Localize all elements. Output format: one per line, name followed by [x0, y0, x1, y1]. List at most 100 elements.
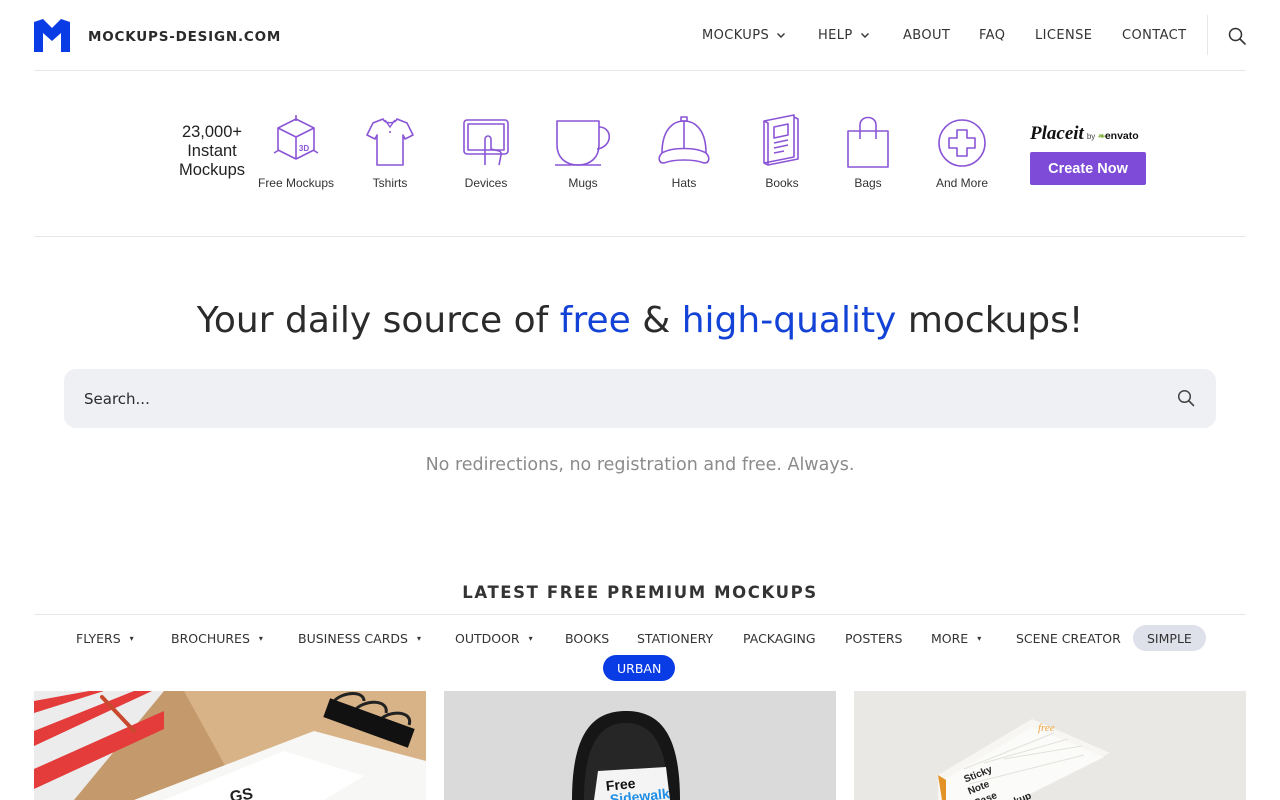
nav-help[interactable]: HELP: [818, 26, 870, 44]
caret-down-icon: ▾: [528, 633, 533, 643]
category-label: Tshirts: [372, 176, 408, 190]
caret-down-icon: ▾: [977, 633, 982, 643]
category-devices[interactable]: Devices: [461, 113, 511, 190]
hero-title: Your daily source of free & high-quality…: [0, 300, 1280, 341]
category-books[interactable]: Books: [760, 113, 804, 190]
category-hats[interactable]: Hats: [656, 113, 712, 190]
chevron-down-icon: [777, 33, 786, 38]
category-bags[interactable]: Bags: [846, 113, 890, 190]
filter-label: SCENE CREATOR: [1016, 630, 1121, 646]
nav-divider: [1207, 15, 1208, 55]
mockup-thumbnail-stationery[interactable]: GS: [34, 691, 426, 800]
filter-label: URBAN: [617, 660, 662, 676]
tshirt-icon: [366, 118, 414, 166]
category-label: Hats: [671, 176, 697, 190]
filter-label: MORE: [931, 630, 969, 646]
filter-stationery[interactable]: STATIONERY: [623, 625, 727, 651]
placeit-by: by: [1086, 132, 1096, 141]
plus-circle-icon: [938, 119, 986, 167]
cap-icon: [658, 116, 710, 164]
category-label: Bags: [854, 176, 882, 190]
filter-more[interactable]: MORE ▾: [917, 625, 995, 651]
category-label: Books: [765, 176, 799, 190]
nav-mockups-label: MOCKUPS: [702, 27, 770, 43]
envato-leaf-icon: ❧: [1097, 131, 1105, 141]
filter-packaging[interactable]: PACKAGING: [729, 625, 830, 651]
search-submit-icon[interactable]: [1176, 388, 1196, 408]
nav-help-label: HELP: [818, 27, 853, 43]
category-tshirts[interactable]: Tshirts: [365, 113, 415, 190]
thumbnail-brand: free: [1038, 722, 1055, 734]
filter-simple[interactable]: SIMPLE: [1133, 625, 1206, 651]
caret-down-icon: ▾: [258, 633, 263, 643]
promo-count: 23,000+ Instant Mockups: [164, 123, 260, 180]
nav-license[interactable]: LICENSE: [1035, 26, 1092, 44]
category-label: Devices: [464, 176, 508, 190]
filter-label: STATIONERY: [637, 630, 714, 646]
filter-label: FLYERS: [76, 630, 121, 646]
category-label: Mugs: [568, 176, 598, 190]
nav-contact-label: CONTACT: [1122, 27, 1187, 43]
create-now-button[interactable]: Create Now: [1030, 152, 1146, 185]
3d-text: 3D: [299, 144, 309, 153]
latest-divider: [34, 614, 1246, 615]
search-icon[interactable]: [1227, 26, 1247, 46]
promo-count-number: 23,000+: [181, 123, 243, 141]
filter-scene-creator[interactable]: SCENE CREATOR: [1002, 625, 1135, 651]
caret-down-icon: ▾: [416, 633, 421, 643]
hero-title-accent-quality: high-quality: [681, 300, 897, 341]
mug-icon: [555, 120, 611, 166]
promo-count-line2: Instant: [187, 142, 237, 160]
category-free-mockups[interactable]: 3D Free Mockups: [258, 113, 334, 190]
chevron-down-icon: [860, 33, 869, 38]
search-input[interactable]: [84, 369, 1164, 428]
hero-title-part1: Your daily source of: [196, 300, 560, 341]
envato-brand: envato: [1104, 130, 1139, 142]
caret-down-icon: ▾: [129, 633, 134, 643]
placeit-banner[interactable]: 23,000+ Instant Mockups 3D Free Mockups …: [34, 71, 1246, 237]
nav-about-label: ABOUT: [903, 27, 951, 43]
3d-box-icon: 3D: [273, 115, 319, 160]
hero-title-accent-free: free: [559, 300, 631, 341]
category-label: And More: [935, 176, 989, 190]
nav-about[interactable]: ABOUT: [903, 26, 950, 44]
sticky-note-case-mockup-image: free Sticky Note Case kup: [854, 691, 1246, 800]
site-header: MOCKUPS-DESIGN.COM MOCKUPS HELP ABOUT FA…: [0, 0, 1280, 70]
filter-label: BUSINESS CARDS: [298, 630, 408, 646]
stationery-mockup-image: GS: [34, 691, 426, 800]
filter-label: SIMPLE: [1147, 630, 1192, 646]
hero-title-part3: mockups!: [896, 300, 1084, 341]
category-label: Free Mockups: [257, 176, 335, 190]
filter-urban[interactable]: URBAN: [603, 655, 676, 681]
filter-flyers[interactable]: FLYERS ▾: [62, 625, 148, 651]
filter-books[interactable]: BOOKS: [551, 625, 623, 651]
nav-faq-label: FAQ: [979, 27, 1006, 43]
nav-contact[interactable]: CONTACT: [1122, 26, 1186, 44]
filter-label: OUTDOOR: [455, 630, 520, 646]
logo-mark-icon[interactable]: [34, 19, 70, 52]
hero-tagline: No redirections, no registration and fre…: [425, 455, 855, 475]
filter-brochures[interactable]: BROCHURES ▾: [157, 625, 277, 651]
filter-outdoor[interactable]: OUTDOOR ▾: [441, 625, 547, 651]
nav-mockups[interactable]: MOCKUPS: [702, 26, 786, 44]
filter-label: PACKAGING: [743, 630, 816, 646]
filter-label: POSTERS: [845, 630, 903, 646]
latest-section-heading: LATEST FREE PREMIUM MOCKUPS: [462, 583, 818, 602]
tablet-touch-icon: [463, 119, 509, 166]
mockup-thumbnail-sidewalk[interactable]: Free Sidewalk: [444, 691, 836, 800]
sidewalk-sign-mockup-image: Free Sidewalk: [444, 691, 836, 800]
category-mugs[interactable]: Mugs: [553, 113, 613, 190]
mockup-thumbnail-sticky-note[interactable]: free Sticky Note Case kup: [854, 691, 1246, 800]
filter-business-cards[interactable]: BUSINESS CARDS ▾: [284, 625, 435, 651]
nav-license-label: LICENSE: [1035, 27, 1093, 43]
filter-label: BROCHURES: [171, 630, 250, 646]
book-icon: [763, 114, 799, 166]
bag-icon: [847, 116, 889, 168]
logo-text[interactable]: MOCKUPS-DESIGN.COM: [88, 29, 281, 45]
filter-posters[interactable]: POSTERS: [831, 625, 916, 651]
nav-faq[interactable]: FAQ: [979, 26, 1005, 44]
filter-label: BOOKS: [565, 630, 610, 646]
category-and-more[interactable]: And More: [936, 113, 988, 190]
promo-count-line3: Mockups: [178, 161, 246, 179]
placeit-logo[interactable]: Placeit by ❧envato: [1030, 123, 1139, 145]
